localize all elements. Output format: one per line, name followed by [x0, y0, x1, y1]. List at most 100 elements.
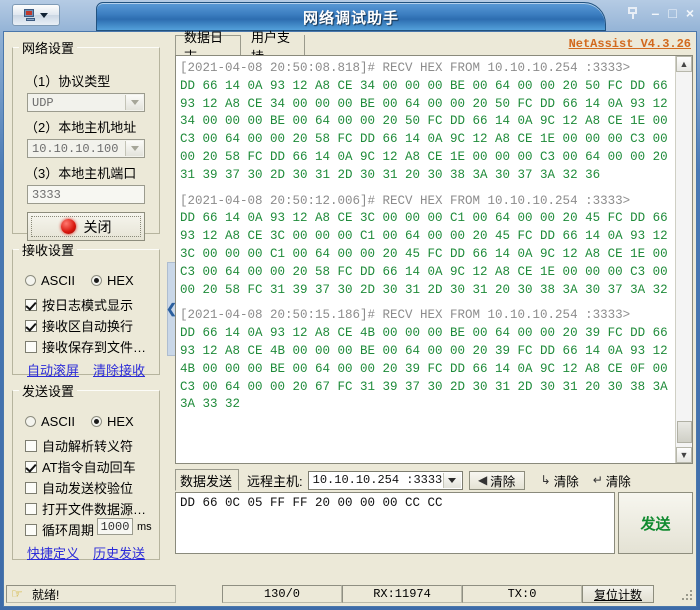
status-tx: TX:0 [462, 585, 582, 603]
system-menu-button[interactable] [12, 4, 60, 26]
checkbox-icon [25, 439, 37, 452]
send-mode-hex[interactable]: HEX [91, 414, 134, 429]
send-file-source-checkbox[interactable]: 打开文件数据源… [25, 499, 146, 518]
history-send-link[interactable]: 历史发送 [93, 543, 145, 562]
send-mode-ascii-label: ASCII [41, 414, 75, 429]
log-data-line: 93 12 A8 CE 3C 00 00 00 C1 00 64 00 00 2… [180, 229, 693, 244]
tab-data-send[interactable]: 数据发送 [175, 469, 240, 491]
clear-remote-button[interactable]: ◀ 清除 [468, 470, 525, 490]
app-window: 网络调试助手 – □ × 网络设置 （1）协议类型 UDP （2）本地主机地址 … [0, 0, 700, 610]
pointing-hand-icon: ☞ [11, 586, 23, 601]
local-host-combo[interactable]: 10.10.10.100 [27, 139, 145, 158]
client-area: 网络设置 （1）协议类型 UDP （2）本地主机地址 10.10.10.100 … [3, 30, 697, 607]
log-content: [2021-04-08 20:50:08.818]# RECV HEX FROM… [180, 60, 693, 414]
radio-icon [25, 275, 36, 286]
scroll-thumb[interactable] [677, 421, 692, 443]
window-title: 网络调试助手 [302, 10, 399, 27]
recv-wrap-label: 接收区自动换行 [42, 319, 134, 334]
send-button[interactable]: 发送 [618, 492, 693, 554]
recv-wrap-checkbox[interactable]: 接收区自动换行 [25, 316, 133, 335]
checkbox-checked-icon [25, 460, 37, 473]
log-output-area[interactable]: [2021-04-08 20:50:08.818]# RECV HEX FROM… [175, 55, 693, 464]
clear-send-area-label: 清除 [605, 474, 631, 489]
log-data-line: DD 66 14 0A 93 12 A8 CE 3C 00 00 00 C1 0… [180, 211, 693, 226]
scroll-down-button[interactable]: ▼ [676, 447, 692, 463]
recv-log-mode-label: 按日志模式显示 [42, 298, 134, 313]
send-cycle-checkbox[interactable]: 循环周期 [25, 520, 94, 539]
tab-user-support[interactable]: 用户支持 [243, 30, 305, 64]
log-data-line: DD 66 14 0A 93 12 A8 CE 34 00 00 00 BE 0… [180, 78, 693, 93]
status-counter: 130/0 [222, 585, 342, 603]
local-host-dropdown-arrow[interactable] [125, 141, 143, 156]
connect-toggle-button[interactable]: 关闭 [27, 212, 145, 241]
send-settings-group: 发送设置 ASCII HEX 自动解析转义符 AT指令自动回车 自动发送校验位 … [12, 381, 160, 562]
local-port-label: （3）本地主机端口 [25, 166, 137, 181]
remote-host-dropdown-arrow[interactable] [442, 472, 461, 488]
chevron-left-icon[interactable]: ❮ [166, 302, 177, 316]
log-data-line: 93 12 A8 CE 34 00 00 00 BE 00 64 00 00 2… [180, 96, 693, 111]
send-toolbar: 数据发送 远程主机: 10.10.10.254 :3333 ◀ 清除 ↳ 清除 … [175, 468, 693, 492]
log-data-line: 34 00 00 00 BE 00 64 00 00 20 50 FC DD 6… [180, 114, 693, 129]
recv-mode-ascii[interactable]: ASCII [25, 273, 75, 288]
protocol-type-combo[interactable]: UDP [27, 93, 145, 112]
tab-data-log[interactable]: 数据日志 [175, 30, 241, 64]
log-data-line: 00 20 58 FC 31 39 37 30 2D 30 31 2D 30 3… [180, 282, 691, 297]
maximize-button[interactable]: □ [668, 5, 676, 21]
radio-selected-icon [91, 416, 102, 427]
recv-save-file-checkbox[interactable]: 接收保存到文件… [25, 337, 146, 356]
clear-receive-link[interactable]: 清除接收 [93, 360, 145, 379]
send-data-input[interactable]: DD 66 0C 05 FF FF 20 00 00 00 CC CC [175, 492, 615, 554]
checkbox-checked-icon [25, 319, 37, 332]
recv-mode-hex[interactable]: HEX [91, 273, 134, 288]
checkbox-icon [25, 523, 37, 536]
main-panel: 数据日志 用户支持 NetAssist V4.3.26 [2021-04-08 … [175, 30, 693, 582]
status-ready-label: 就绪! [32, 587, 60, 602]
log-data-line: 31 39 37 30 2D 30 31 2D 30 31 20 30 38 3… [180, 167, 601, 182]
send-mode-ascii[interactable]: ASCII [25, 414, 75, 429]
send-at-cr-checkbox[interactable]: AT指令自动回车 [25, 457, 136, 476]
send-settings-legend: 发送设置 [22, 384, 75, 399]
radio-selected-icon [91, 275, 102, 286]
log-data-line: 93 12 A8 CE 4B 00 00 00 BE 00 64 00 00 2… [180, 343, 693, 358]
log-data-line: C3 00 64 00 00 20 67 FC 31 39 37 30 2D 3… [180, 379, 693, 394]
log-block-header: [2021-04-08 20:50:15.186]# RECV HEX FROM… [180, 308, 631, 323]
send-escape-checkbox[interactable]: 自动解析转义符 [25, 436, 133, 455]
minimize-button[interactable]: – [652, 5, 660, 21]
send-cycle-label: 循环周期 [42, 523, 95, 538]
reset-counter-button[interactable]: 复位计数 [582, 585, 654, 603]
network-settings-legend: 网络设置 [22, 41, 75, 56]
protocol-dropdown-arrow[interactable] [125, 95, 143, 110]
remote-host-combo[interactable]: 10.10.10.254 :3333 [307, 470, 463, 490]
resize-grip[interactable] [682, 590, 694, 602]
quick-define-link[interactable]: 快捷定义 [27, 543, 79, 562]
remote-host-label: 远程主机: [247, 473, 303, 489]
local-port-input[interactable]: 3333 [27, 185, 145, 204]
recv-mode-ascii-label: ASCII [41, 273, 75, 288]
pin-icon[interactable] [625, 5, 641, 21]
receive-settings-legend: 接收设置 [22, 243, 75, 258]
clear-receive-area-button[interactable]: ↳ 清除 [539, 471, 581, 490]
auto-scroll-link[interactable]: 自动滚屏 [27, 360, 79, 379]
tab-strip: 数据日志 用户支持 NetAssist V4.3.26 [175, 30, 693, 64]
clear-remote-label: 清除 [490, 474, 516, 489]
checkbox-icon [25, 502, 37, 515]
clear-send-area-button[interactable]: ↵ 清除 [591, 471, 633, 490]
send-cycle-input[interactable]: 1000 [97, 518, 133, 535]
tab-data-send-label: 数据发送 [180, 473, 233, 489]
local-port-value: 3333 [32, 187, 61, 202]
version-label[interactable]: NetAssist V4.3.26 [569, 37, 691, 51]
send-cycle-value: 1000 [100, 519, 130, 534]
send-at-cr-label: AT指令自动回车 [42, 460, 136, 475]
log-scrollbar[interactable]: ▲ ▼ [675, 56, 692, 463]
send-data-value: DD 66 0C 05 FF FF 20 00 00 00 CC CC [180, 496, 443, 510]
panel-splitter[interactable]: ❮ [166, 34, 177, 582]
title-bar: 网络调试助手 – □ × [0, 0, 700, 32]
send-checksum-checkbox[interactable]: 自动发送校验位 [25, 478, 133, 497]
recv-log-mode-checkbox[interactable]: 按日志模式显示 [25, 295, 133, 314]
arrow-up-hook-icon: ↵ [592, 473, 603, 487]
scroll-up-button[interactable]: ▲ [676, 56, 692, 72]
remote-host-value: 10.10.10.254 :3333 [312, 473, 443, 487]
checkbox-icon [25, 481, 37, 494]
close-button[interactable]: × [686, 5, 694, 21]
clear-receive-area-label: 清除 [553, 474, 579, 489]
